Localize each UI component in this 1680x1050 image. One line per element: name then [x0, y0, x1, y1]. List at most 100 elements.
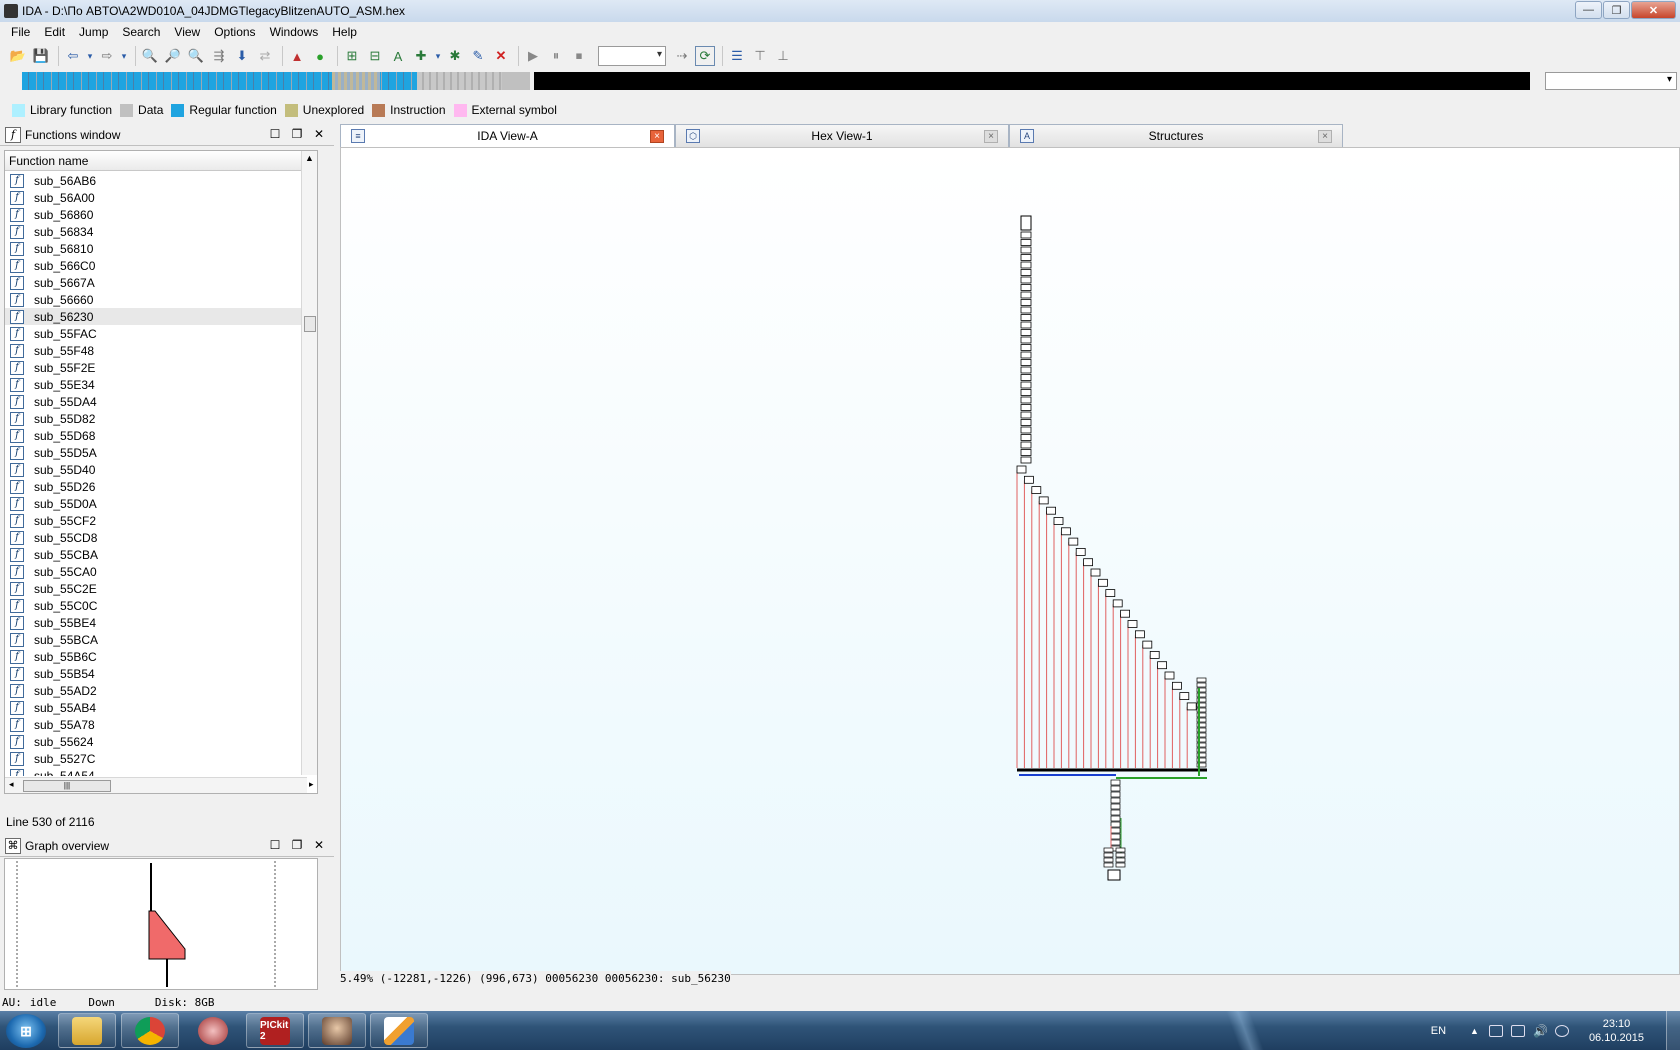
graph-node[interactable]: [1038, 496, 1049, 505]
function-list-item[interactable]: f sub_55D82: [5, 410, 307, 427]
graph-node[interactable]: [1110, 839, 1121, 846]
function-list-item[interactable]: f sub_55F48: [5, 342, 307, 359]
tray-app-icon[interactable]: [1554, 1024, 1569, 1037]
graph-node[interactable]: [1110, 797, 1121, 804]
jump-disabled-icon[interactable]: ⇄: [255, 46, 275, 66]
graph-node[interactable]: [1020, 306, 1032, 314]
taskbar-app[interactable]: [184, 1013, 242, 1048]
dropdown-icon[interactable]: ▾: [120, 46, 128, 66]
breakpoint-list-icon[interactable]: ☰: [727, 46, 747, 66]
navigation-unexplored-region[interactable]: [534, 72, 1530, 90]
graph-node[interactable]: [1164, 671, 1175, 680]
function-list-item[interactable]: f sub_55CD8: [5, 529, 307, 546]
function-list-item[interactable]: f sub_56230: [5, 308, 307, 325]
delete-icon[interactable]: ✕: [491, 46, 511, 66]
menu-view[interactable]: View: [167, 25, 207, 39]
graph-node[interactable]: [1020, 299, 1032, 306]
menu-file[interactable]: File: [4, 25, 37, 39]
graph-node[interactable]: [1186, 702, 1197, 711]
graph-node[interactable]: [1020, 404, 1032, 411]
graph-node[interactable]: [1110, 785, 1121, 792]
create-function-icon[interactable]: ✱: [445, 46, 465, 66]
navigation-band[interactable]: [0, 70, 1680, 92]
graph-node[interactable]: [1075, 547, 1086, 556]
ida-graph-view[interactable]: [340, 147, 1680, 975]
graph-node[interactable]: [1020, 314, 1032, 321]
monitor-icon[interactable]: [1510, 1024, 1525, 1037]
graph-node[interactable]: [1061, 527, 1071, 536]
function-list-item[interactable]: f sub_55DA4: [5, 393, 307, 410]
function-list-item[interactable]: f sub_55F2E: [5, 359, 307, 376]
back-arrow-icon[interactable]: ⇦: [63, 46, 83, 66]
control-flow-graph[interactable]: [341, 148, 1680, 975]
graph-node[interactable]: [1115, 857, 1126, 863]
graph-node[interactable]: [1020, 419, 1032, 426]
graph-node[interactable]: [1098, 578, 1108, 587]
function-list-item[interactable]: f sub_56860: [5, 206, 307, 223]
graph-node[interactable]: [1046, 506, 1056, 515]
graph-node[interactable]: [1110, 821, 1121, 828]
graph-node[interactable]: [1020, 434, 1032, 441]
graph-node[interactable]: [1110, 827, 1121, 834]
graph-node[interactable]: [1020, 359, 1032, 366]
function-list-item[interactable]: f sub_566C0: [5, 257, 307, 274]
dropdown-icon[interactable]: ▾: [86, 46, 94, 66]
find-binary-icon[interactable]: 🔎: [163, 46, 183, 66]
graph-node[interactable]: [1110, 833, 1121, 840]
scroll-up-icon[interactable]: ▲: [302, 151, 317, 165]
function-list-item[interactable]: f sub_55FAC: [5, 325, 307, 342]
graph-node[interactable]: [1179, 692, 1190, 700]
menu-jump[interactable]: Jump: [72, 25, 115, 39]
graph-node[interactable]: [1020, 366, 1032, 374]
function-list-item[interactable]: f sub_56834: [5, 223, 307, 240]
network-icon[interactable]: [1488, 1024, 1503, 1037]
panel-close-icon[interactable]: ✕: [308, 127, 330, 141]
graph-node[interactable]: [1020, 276, 1032, 284]
edit-function-icon[interactable]: ✎: [468, 46, 488, 66]
function-list-item[interactable]: f sub_56A00: [5, 189, 307, 206]
graph-node[interactable]: [1020, 336, 1032, 344]
tab-close-icon[interactable]: ×: [650, 130, 664, 143]
graph-node[interactable]: [1020, 351, 1032, 359]
taskbar-portrait-app[interactable]: [308, 1013, 366, 1048]
functions-list[interactable]: Function name f sub_56AB6 f sub_56A00 f sub_5…: [4, 150, 318, 794]
graph-node[interactable]: [1110, 815, 1121, 822]
refresh-icon[interactable]: ⟳: [695, 46, 715, 66]
graph-node[interactable]: [1020, 291, 1032, 299]
taskbar-pickit2[interactable]: PICkit 2: [246, 1013, 304, 1048]
graph-node[interactable]: [1031, 486, 1042, 495]
tab-hex-view-1[interactable]: ⬡ Hex View-1 ×: [675, 124, 1009, 147]
tab-close-icon[interactable]: ×: [1318, 130, 1332, 143]
function-list-item[interactable]: f sub_55E34: [5, 376, 307, 393]
make-code-icon[interactable]: ⊞: [342, 46, 362, 66]
graph-node[interactable]: [1020, 449, 1032, 456]
panel-float-icon[interactable]: ❐: [286, 127, 308, 141]
graph-node[interactable]: [1196, 682, 1207, 688]
graph-node[interactable]: [1068, 537, 1079, 546]
graph-node[interactable]: [1020, 284, 1032, 291]
debugger-select[interactable]: [598, 46, 666, 66]
graph-node[interactable]: [1020, 396, 1032, 404]
graph-node[interactable]: [1020, 261, 1032, 269]
panel-float-icon[interactable]: ❐: [286, 838, 308, 852]
function-list-item[interactable]: f sub_5667A: [5, 274, 307, 291]
open-icon[interactable]: 📂: [8, 46, 28, 66]
graph-node[interactable]: [1135, 630, 1145, 639]
make-string-icon[interactable]: A: [388, 46, 408, 66]
graph-node[interactable]: [1103, 857, 1114, 863]
graph-node[interactable]: [1020, 246, 1032, 254]
graph-node[interactable]: [1103, 862, 1114, 868]
navigation-combo[interactable]: [1545, 72, 1677, 90]
graph-node[interactable]: [1115, 847, 1126, 853]
graph-node[interactable]: [1107, 869, 1121, 881]
graph-node[interactable]: [1196, 677, 1207, 683]
language-indicator[interactable]: EN: [1431, 1025, 1446, 1037]
menu-windows[interactable]: Windows: [263, 25, 326, 39]
function-list-item[interactable]: f sub_55CA0: [5, 563, 307, 580]
function-list-item[interactable]: f sub_55A78: [5, 716, 307, 733]
function-list-item[interactable]: f sub_56810: [5, 240, 307, 257]
function-list-item[interactable]: f sub_55D5A: [5, 444, 307, 461]
function-list-item[interactable]: f sub_55624: [5, 733, 307, 750]
graph-node[interactable]: [1110, 779, 1121, 786]
start-button[interactable]: ⊞: [6, 1014, 46, 1048]
